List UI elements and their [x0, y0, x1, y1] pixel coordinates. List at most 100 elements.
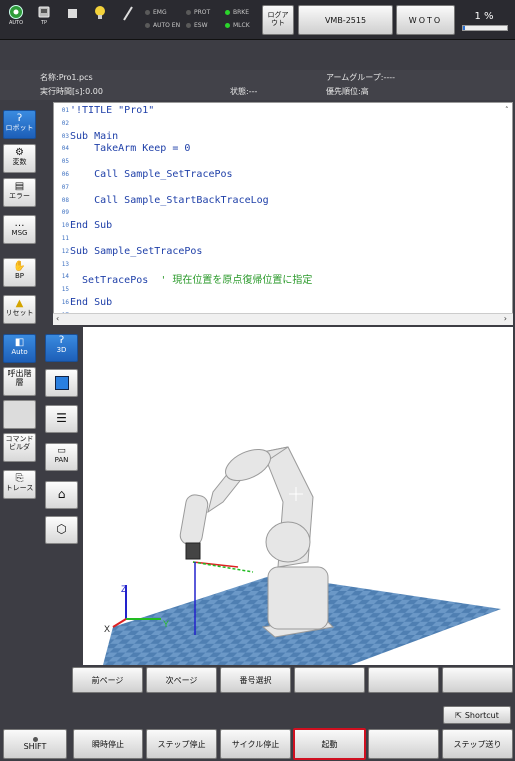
- wrench-icon: [123, 6, 133, 21]
- pan-label: PAN: [54, 456, 69, 464]
- signal-esw-label: ESW: [194, 22, 208, 29]
- scroll-right-icon[interactable]: ›: [504, 314, 507, 323]
- code-comment: ' 現在位置を原点復帰位置に指定: [160, 275, 313, 287]
- line-number: 08: [61, 196, 69, 204]
- tool-button[interactable]: WOTO: [396, 5, 455, 35]
- code-text: End Sub: [70, 297, 113, 308]
- shortcut-button[interactable]: ⇱ Shortcut: [443, 706, 511, 724]
- line-number: 12: [61, 247, 69, 255]
- auto-button[interactable]: ◧ Auto: [3, 334, 36, 363]
- auto-mode-icon: [9, 5, 23, 19]
- axis-z-label: Z: [121, 584, 127, 594]
- line-number: 02: [61, 119, 69, 127]
- code-line[interactable]: End Sub: [70, 220, 112, 231]
- error-button[interactable]: ▤ エラー: [3, 178, 36, 207]
- program-editor[interactable]: 01 '!TITLE "Pro1" 02 03 Sub Main 04 TakeArm K…: [53, 102, 513, 325]
- view-list-button[interactable]: ☰: [45, 405, 78, 433]
- signal-brke-label: BRKE: [233, 9, 250, 16]
- code-line[interactable]: '!TITLE "Pro1": [70, 105, 154, 116]
- box-icon: ⬡: [56, 522, 67, 536]
- auto-mode-indicator[interactable]: AUTO: [2, 1, 30, 39]
- scroll-left-icon[interactable]: ‹: [56, 314, 59, 323]
- blank-page-button-3[interactable]: [442, 667, 513, 693]
- editor-horizontal-scrollbar[interactable]: ‹ ›: [53, 313, 513, 325]
- code-line[interactable]: End Sub: [70, 297, 112, 308]
- program-name: 名称:Pro1.pcs: [40, 73, 93, 82]
- line-number: 14: [61, 273, 69, 281]
- code-text: SetTracePos: [70, 275, 161, 287]
- msg-button-label: MSG: [11, 229, 28, 237]
- hand-icon: ✋: [13, 261, 26, 272]
- blank-page-button-1[interactable]: [294, 667, 365, 693]
- number-select-button[interactable]: 番号選択: [220, 667, 291, 693]
- code-line[interactable]: Sub Main: [70, 131, 118, 142]
- code-line[interactable]: Call Sample_SetTracePos: [70, 169, 233, 180]
- start-button[interactable]: 起動: [293, 728, 366, 760]
- tp-indicator[interactable]: TP: [30, 1, 58, 39]
- gear-icon: ⚙: [15, 147, 24, 158]
- prev-page-button[interactable]: 前ページ: [72, 667, 143, 693]
- home-view-button[interactable]: ⌂: [45, 481, 78, 509]
- auto-toggle-icon: ◧: [14, 337, 25, 348]
- code-line[interactable]: Call Sample_StartBackTraceLog: [70, 195, 269, 206]
- shortcut-label: Shortcut: [464, 710, 499, 720]
- variables-button[interactable]: ⚙ 変数: [3, 144, 36, 173]
- robot-scene: Z Y X: [103, 446, 501, 665]
- teach-pendant-icon: [38, 6, 50, 18]
- robot-model-button[interactable]: VMB-2515: [298, 5, 393, 35]
- code-line[interactable]: SetTracePos ' 現在位置を原点復帰位置に指定: [70, 271, 312, 286]
- line-number: 11: [61, 235, 69, 242]
- lamp-indicator[interactable]: [86, 1, 114, 39]
- code-text: Sub Main: [70, 130, 119, 142]
- pan-button[interactable]: ▭ PAN: [45, 443, 78, 471]
- blank-function-button[interactable]: [368, 729, 439, 759]
- stop-indicator[interactable]: [58, 1, 86, 39]
- step-forward-button[interactable]: ステップ送り: [442, 729, 513, 759]
- blank-page-button-2[interactable]: [368, 667, 439, 693]
- robot-3d-viewport[interactable]: Z Y X: [83, 327, 513, 665]
- reset-button[interactable]: ▲ リセット: [3, 295, 36, 324]
- priority: 優先順位:高: [326, 87, 369, 96]
- tp-label: TP: [40, 20, 48, 26]
- instant-stop-button[interactable]: 瞬時停止: [73, 729, 143, 759]
- home-icon: ⌂: [57, 487, 66, 501]
- robot-arm-icon: ʔ: [16, 113, 23, 124]
- shift-label: SHIFT: [23, 742, 47, 751]
- signal-emg: EMG: [145, 9, 167, 16]
- axis-x-label: X: [104, 624, 110, 634]
- scroll-up-icon[interactable]: ˄: [505, 106, 509, 114]
- tool-indicator[interactable]: [114, 1, 142, 39]
- line-number: 05: [61, 158, 69, 166]
- code-text: Sub Sample_SetTracePos: [70, 245, 203, 257]
- cycle-stop-button[interactable]: サイクル停止: [220, 729, 291, 759]
- robot-button[interactable]: ʔ ロボット: [3, 110, 36, 139]
- toolbar-area: [0, 40, 515, 70]
- view-3d-button[interactable]: ʔ 3D: [45, 334, 78, 362]
- line-number: 07: [61, 183, 69, 191]
- signal-mlck-label: MLCK: [233, 22, 250, 29]
- step-stop-button[interactable]: ステップ停止: [146, 729, 217, 759]
- message-icon: …: [14, 218, 25, 229]
- warning-icon: ▲: [15, 298, 24, 309]
- msg-button[interactable]: … MSG: [3, 215, 36, 244]
- command-builder-button[interactable]: コマンドビルダ: [3, 433, 36, 462]
- execution-time: 実行時間[s]:0.00: [40, 87, 103, 96]
- shortcut-icon: ⇱: [455, 710, 462, 720]
- blank-left-button[interactable]: [3, 400, 36, 429]
- box-view-button[interactable]: ⬡: [45, 516, 78, 544]
- code-line[interactable]: TakeArm Keep = 0: [70, 143, 190, 154]
- next-page-button[interactable]: 次ページ: [146, 667, 217, 693]
- call-hierarchy-button[interactable]: 呼出階層: [3, 367, 36, 396]
- view-cube-button[interactable]: [45, 369, 78, 397]
- shift-button[interactable]: SHIFT: [3, 729, 67, 759]
- code-text: '!TITLE "Pro1": [70, 105, 155, 116]
- code-line[interactable]: Sub Sample_SetTracePos: [70, 246, 202, 257]
- signal-mlck-dot: [225, 23, 230, 28]
- line-number: 04: [61, 145, 69, 153]
- blue-cube-icon: [54, 376, 69, 390]
- trace-button[interactable]: ⎘ トレース: [3, 470, 36, 499]
- breakpoint-button[interactable]: ✋ BP: [3, 258, 36, 287]
- code-text: Call Sample_SetTracePos: [70, 169, 233, 180]
- logout-button[interactable]: ログアウト: [262, 5, 294, 35]
- axis-y-label: Y: [163, 619, 169, 629]
